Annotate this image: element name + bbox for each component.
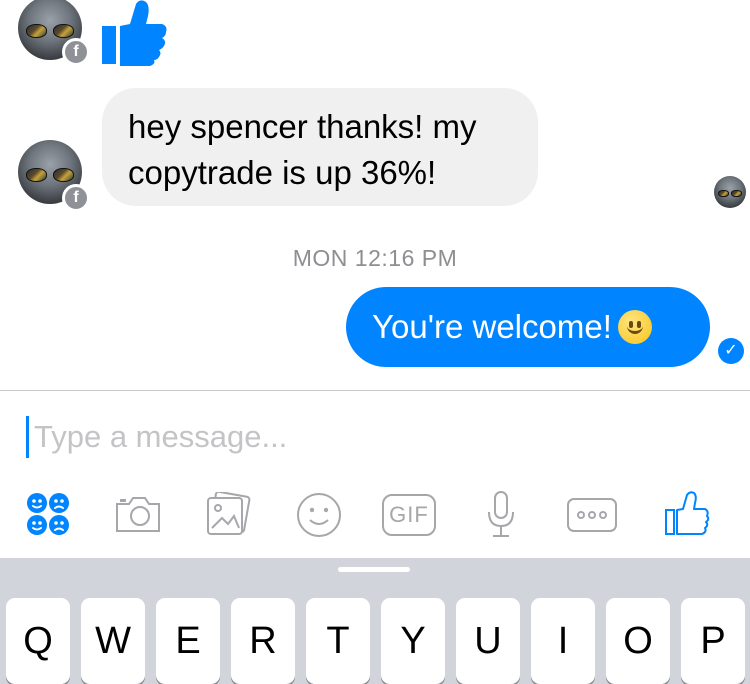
message-timestamp: MON 12:16 PM [292, 245, 458, 271]
contact-avatar[interactable]: f [18, 0, 90, 66]
key-o[interactable]: O [606, 598, 670, 684]
contact-avatar[interactable]: f [18, 140, 90, 212]
sunglasses-right [731, 190, 743, 198]
message-line: hey spencer thanks! my [128, 108, 477, 145]
sunglasses-right [52, 168, 75, 183]
sunglasses-left [717, 190, 729, 198]
sunglasses-right [52, 24, 75, 39]
emoji-button[interactable] [296, 492, 342, 542]
key-i[interactable]: I [531, 598, 595, 684]
sunglasses-left [25, 24, 48, 39]
like-icon [665, 491, 710, 535]
composer-divider [0, 390, 750, 391]
gif-button[interactable]: GIF [382, 494, 436, 536]
sunglasses-left [25, 168, 48, 183]
keyboard-grabber[interactable] [338, 567, 410, 572]
key-y[interactable]: Y [381, 598, 445, 684]
gallery-button[interactable] [204, 492, 252, 542]
stickers-icon [27, 493, 69, 535]
message-composer[interactable] [26, 414, 726, 460]
key-p[interactable]: P [681, 598, 745, 684]
thumbs-up-icon [102, 0, 167, 66]
outgoing-message-bubble[interactable]: You're welcome! [346, 287, 710, 367]
key-q[interactable]: Q [6, 598, 70, 684]
key-u[interactable]: U [456, 598, 520, 684]
camera-button[interactable] [114, 494, 162, 544]
gif-label: GIF [389, 502, 429, 527]
emoji-icon [297, 493, 341, 537]
stickers-button[interactable] [26, 490, 70, 540]
key-w[interactable]: W [81, 598, 145, 684]
microphone-button[interactable] [486, 490, 516, 540]
text-cursor [26, 416, 29, 458]
incoming-message-bubble[interactable]: hey spencer thanks! my copytrade is up 3… [102, 88, 538, 206]
message-line: copytrade is up 36%! [128, 154, 437, 191]
message-text: You're welcome! [372, 308, 612, 345]
smiley-emoji-icon [617, 310, 652, 344]
key-r[interactable]: R [231, 598, 295, 684]
send-like-button[interactable] [664, 490, 710, 540]
camera-icon [116, 497, 160, 532]
more-icon [567, 498, 617, 532]
facebook-badge-icon: f [62, 38, 90, 66]
seen-by-avatar [714, 176, 746, 208]
microphone-icon [488, 491, 514, 537]
more-button[interactable] [566, 497, 618, 547]
delivered-check-icon: ✓ [718, 338, 744, 364]
message-input[interactable] [34, 414, 714, 460]
key-t[interactable]: T [306, 598, 370, 684]
gallery-icon [207, 492, 251, 535]
facebook-badge-icon: f [62, 184, 90, 212]
key-e[interactable]: E [156, 598, 220, 684]
keyboard: Q W E R T Y U I O P [0, 558, 750, 684]
like-sticker [100, 0, 168, 71]
